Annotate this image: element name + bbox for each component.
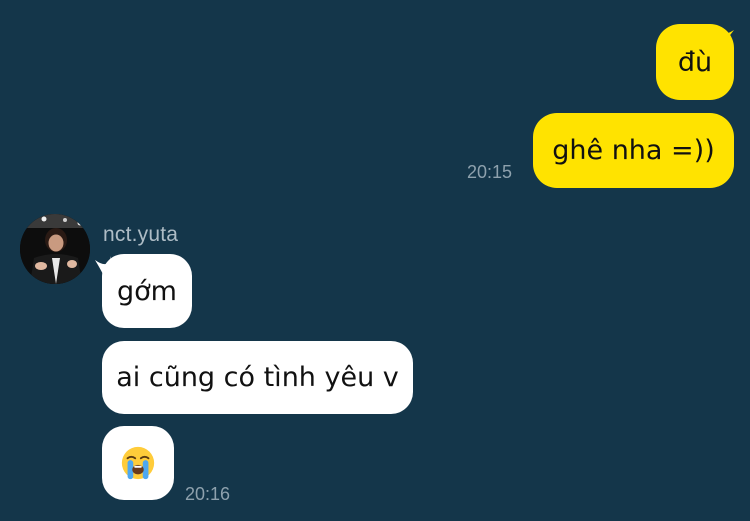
incoming-message-bubble[interactable]: ai cũng có tình yêu v [102, 341, 413, 414]
sender-name: nct.yuta [103, 223, 179, 246]
incoming-message-bubble[interactable] [102, 426, 174, 500]
outgoing-message-bubble[interactable]: ghê nha =)) [533, 113, 734, 188]
outgoing-message-bubble[interactable]: đù [656, 24, 734, 100]
loudly-crying-face-icon [121, 446, 155, 480]
chat-thread[interactable]: đù 20:15 ghê nha =)) nct.yuta gớm ai cũn… [0, 0, 750, 521]
avatar-photo [20, 214, 90, 284]
message-text: ghê nha =)) [552, 135, 715, 166]
message-timestamp: 20:15 [467, 162, 513, 182]
message-text: ai cũng có tình yêu v [116, 362, 399, 393]
message-text: gớm [117, 275, 177, 307]
avatar[interactable] [20, 214, 90, 284]
message-timestamp: 20:16 [185, 484, 231, 504]
incoming-message-bubble[interactable]: gớm [102, 254, 192, 328]
message-text: đù [677, 46, 713, 78]
